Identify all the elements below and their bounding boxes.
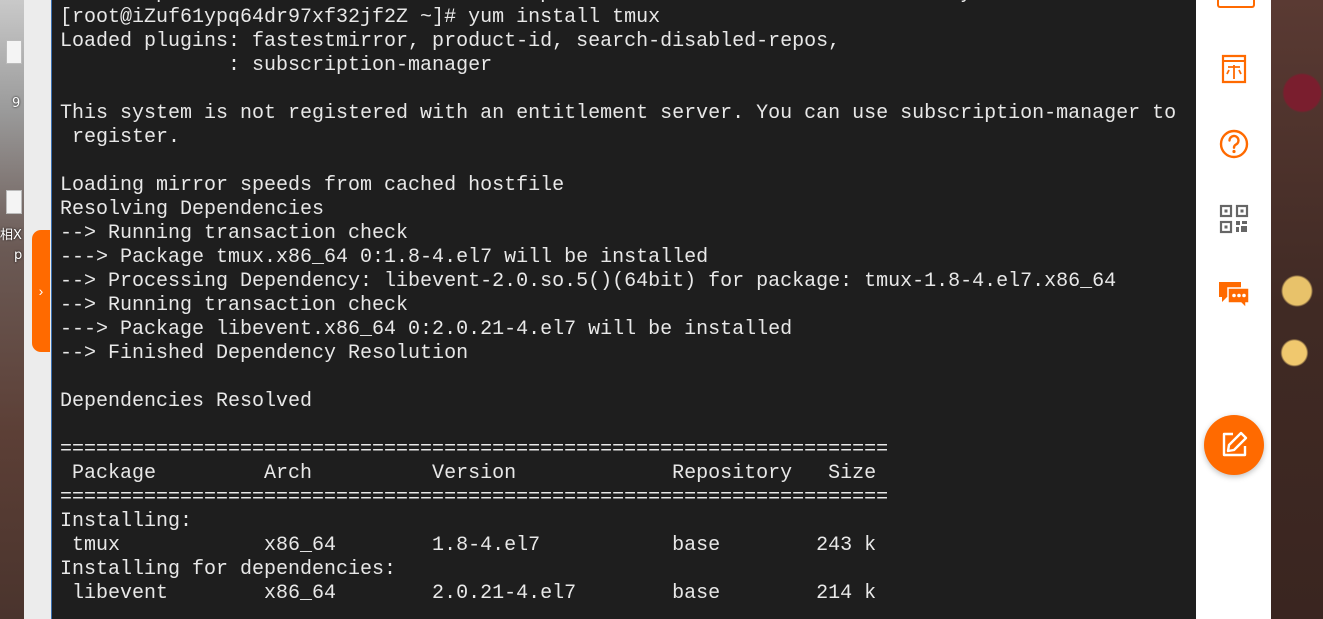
terminal-output: error: open of ./tmux-1.8-4.el7.x86_64.r… xyxy=(60,0,1176,606)
terminal-window[interactable]: error: open of ./tmux-1.8-4.el7.x86_64.r… xyxy=(51,0,1197,619)
terminal-line: --> Finished Dependency Resolution xyxy=(60,342,469,365)
terminal-line: tmux x86_64 1.8-4.el7 base 243 k xyxy=(60,534,877,557)
terminal-line: ---> Package libevent.x86_64 0:2.0.21-4.… xyxy=(60,318,793,341)
terminal-line: ========================================… xyxy=(60,486,889,509)
chat-button[interactable] xyxy=(1215,275,1253,313)
desktop-label: p xyxy=(14,248,23,263)
right-toolbar xyxy=(1196,0,1271,619)
edit-icon xyxy=(1222,431,1248,457)
terminal-line: --> Running transaction check xyxy=(60,294,409,317)
desktop-right-edge xyxy=(1271,0,1323,619)
terminal-line: [root@iZuf61ypq64dr97xf32jf2Z ~]# yum in… xyxy=(60,6,661,29)
terminal-line: register. xyxy=(60,126,181,149)
terminal-line: This system is not registered with an en… xyxy=(60,102,1177,125)
terminal-line: : subscription-manager xyxy=(60,54,493,77)
desktop-left-edge: 9 相X p xyxy=(0,0,24,619)
help-button[interactable] xyxy=(1215,125,1253,163)
document-icon[interactable] xyxy=(1217,0,1255,8)
chevron-right-icon: › xyxy=(38,283,44,299)
terminal-line: Dependencies Resolved xyxy=(60,390,313,413)
desktop-label: 相X xyxy=(0,228,22,243)
terminal-line: Installing for dependencies: xyxy=(60,558,397,581)
manual-button[interactable] xyxy=(1215,50,1253,88)
desktop-file-icon[interactable] xyxy=(6,190,22,214)
desktop-label: 9 xyxy=(12,96,21,111)
qr-code-button[interactable] xyxy=(1215,200,1253,238)
edit-button[interactable] xyxy=(1204,415,1264,475)
collapse-panel-button[interactable]: › xyxy=(32,230,50,352)
terminal-line: ========================================… xyxy=(60,438,889,461)
terminal-line: Package Arch Version Repository Size xyxy=(60,462,877,485)
terminal-line: --> Processing Dependency: libevent-2.0.… xyxy=(60,270,1117,293)
terminal-line: libevent x86_64 2.0.21-4.el7 base 214 k xyxy=(60,582,877,605)
terminal-line: ---> Package tmux.x86_64 0:1.8-4.el7 wil… xyxy=(60,246,709,269)
terminal-line: --> Running transaction check xyxy=(60,222,409,245)
terminal-line: Loaded plugins: fastestmirror, product-i… xyxy=(60,30,841,53)
desktop-file-icon[interactable] xyxy=(6,40,22,64)
help-icon xyxy=(1219,129,1249,159)
terminal-line: Installing: xyxy=(60,510,193,533)
qr-code-icon xyxy=(1219,204,1249,234)
terminal-line: Resolving Dependencies xyxy=(60,198,325,221)
terminal-line: Loading mirror speeds from cached hostfi… xyxy=(60,174,565,197)
manual-icon xyxy=(1221,54,1247,84)
chat-icon xyxy=(1219,282,1250,310)
